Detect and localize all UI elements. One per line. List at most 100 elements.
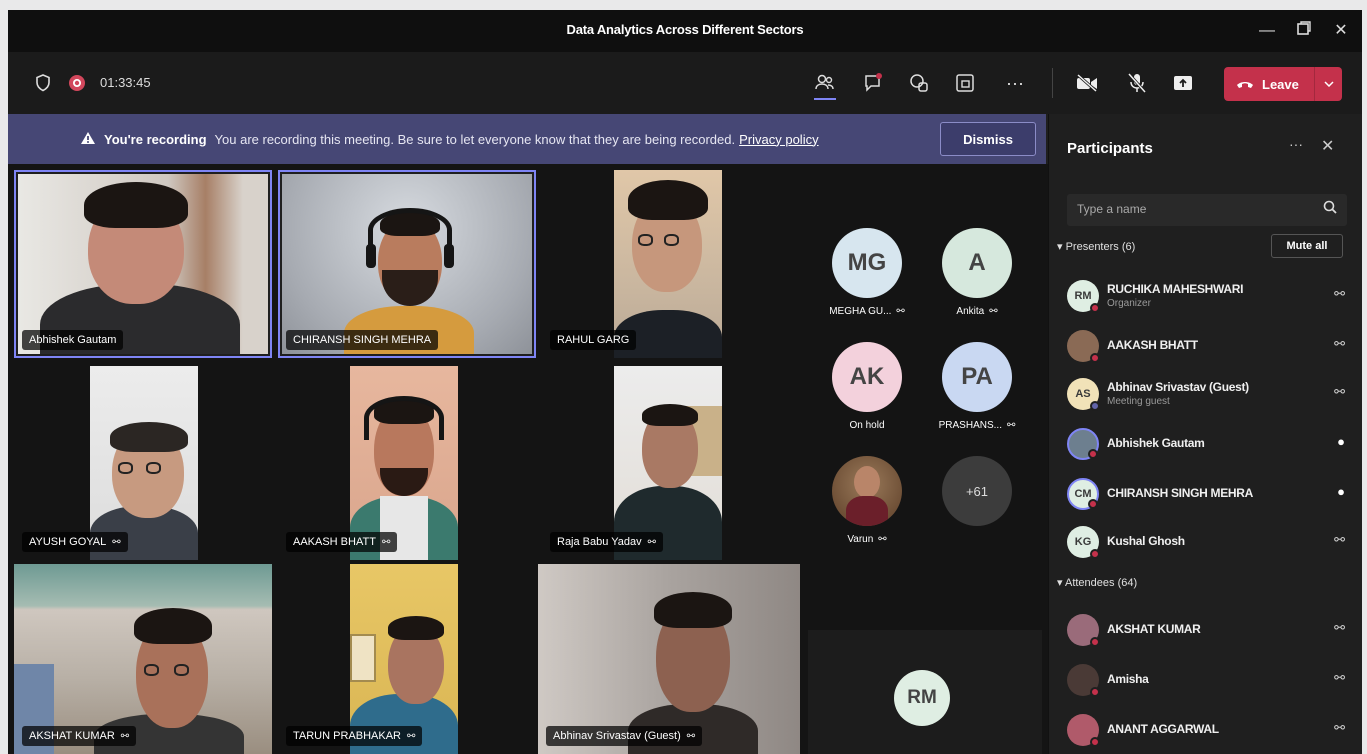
reactions-icon[interactable] (906, 70, 932, 96)
mic-off-icon: ⚯ (686, 730, 696, 742)
participant-name-label: TARUN PRABHAKAR ⚯ (286, 726, 423, 746)
participants-panel: Participants ··· ✕ Type a name ▾ Present… (1048, 114, 1362, 754)
minimize-icon[interactable]: — (1254, 18, 1280, 44)
restore-icon[interactable] (1291, 18, 1317, 44)
mic-off-icon: ⚯ (120, 730, 130, 742)
shield-icon[interactable] (30, 70, 56, 96)
participant-avatar: AS (1067, 378, 1100, 411)
participant-name-label: AYUSH GOYAL ⚯ (22, 532, 128, 552)
spotlight-tile[interactable]: RM (808, 630, 1042, 754)
mic-off-icon[interactable]: ⚯ (1334, 384, 1345, 400)
attendees-section-header[interactable]: ▾ Attendees (64) (1057, 576, 1137, 589)
more-icon[interactable]: ··· (1002, 70, 1028, 96)
mic-off-icon: ⚯ (878, 534, 887, 545)
privacy-policy-link[interactable]: Privacy policy (739, 132, 818, 147)
participant-name-label: Abhinav Srivastav (Guest) ⚯ (546, 726, 703, 746)
participant-avatar: KG (1067, 526, 1100, 559)
participant-avatar (1067, 714, 1100, 747)
dismiss-button[interactable]: Dismiss (940, 122, 1036, 156)
participant-name-label: Raja Babu Yadav ⚯ (550, 532, 663, 552)
mic-off-icon[interactable]: ⚯ (1334, 720, 1345, 736)
panel-title: Participants (1067, 140, 1153, 157)
more-participants-button[interactable]: +61 (942, 456, 1012, 526)
meeting-timer: 01:33:45 (100, 75, 151, 90)
participant-avatar[interactable]: A (942, 228, 1012, 298)
participant-avatar (1067, 664, 1100, 697)
avatar-label: Varun ⚯ (847, 534, 887, 545)
leave-label: Leave (1262, 76, 1299, 92)
video-tile[interactable]: AYUSH GOYAL ⚯ (14, 366, 272, 560)
mic-off-icon: ⚯ (112, 536, 121, 548)
chevron-down-icon[interactable] (1314, 67, 1342, 101)
participant-row[interactable]: CM CHIRANSH SINGH MEHRA ● (1067, 472, 1353, 516)
participant-avatar: CM (1067, 478, 1099, 510)
video-tile[interactable]: TARUN PRABHAKAR ⚯ (278, 564, 536, 754)
close-panel-icon[interactable]: ✕ (1321, 136, 1334, 156)
leave-button[interactable]: Leave (1224, 67, 1342, 101)
recording-message: You are recording this meeting. Be sure … (214, 131, 736, 147)
share-icon[interactable] (1170, 70, 1196, 96)
video-tile[interactable]: Abhishek Gautam (14, 170, 272, 358)
window-title: Data Analytics Across Different Sectors (566, 22, 804, 37)
mic-off-icon[interactable]: ⚯ (1334, 532, 1345, 548)
video-feed (614, 366, 722, 560)
chat-icon[interactable] (860, 70, 886, 96)
participant-row[interactable]: Abhishek Gautam ● (1067, 422, 1353, 466)
participant-row[interactable]: AAKASH BHATT ⚯ (1067, 324, 1353, 368)
participant-search-input[interactable]: Type a name (1067, 194, 1347, 226)
presenters-section-header[interactable]: ▾ Presenters (6) (1057, 240, 1135, 253)
more-options-icon[interactable]: ··· (1289, 136, 1303, 152)
participant-avatar (1067, 428, 1099, 460)
participant-avatar[interactable]: AK (832, 342, 902, 412)
participant-avatar: RM (1067, 280, 1100, 313)
video-feed (350, 366, 458, 560)
video-tile[interactable]: CHIRANSH SINGH MEHRA (278, 170, 536, 358)
mic-off-icon: ⚯ (896, 306, 905, 317)
participant-avatar (1067, 330, 1100, 363)
video-tile[interactable]: AAKASH BHATT ⚯ (278, 366, 536, 560)
mic-off-icon: ⚯ (381, 536, 391, 548)
participant-row[interactable]: KG Kushal Ghosh ⚯ (1067, 520, 1353, 564)
video-feed (90, 366, 198, 560)
video-tile[interactable]: Abhinav Srivastav (Guest) ⚯ (538, 564, 800, 754)
search-icon (1323, 200, 1337, 217)
participant-row[interactable]: AKSHAT KUMAR ⚯ (1067, 608, 1353, 652)
participant-row[interactable]: Amisha ⚯ (1067, 658, 1353, 702)
recording-banner: You're recording You are recording this … (8, 114, 1046, 164)
participant-avatar: RM (894, 670, 950, 726)
rooms-icon[interactable] (952, 70, 978, 96)
recording-title: You're recording (104, 131, 207, 147)
participant-row[interactable]: ANANT AGGARWAL ⚯ (1067, 708, 1353, 752)
camera-off-icon[interactable] (1074, 70, 1100, 96)
record-icon (64, 70, 90, 96)
participant-avatar[interactable]: PA (942, 342, 1012, 412)
mic-on-icon[interactable]: ● (1337, 434, 1345, 449)
mic-off-icon[interactable]: ⚯ (1334, 670, 1345, 686)
mic-off-icon[interactable]: ⚯ (1334, 336, 1345, 352)
video-tile[interactable]: RAHUL GARG (542, 170, 800, 358)
participant-avatar[interactable]: MG (832, 228, 902, 298)
participant-avatar-photo[interactable] (832, 456, 902, 526)
mic-off-icon[interactable]: ⚯ (1334, 286, 1345, 302)
avatar-label: MEGHA GU... ⚯ (829, 306, 905, 317)
active-tab-indicator (814, 98, 836, 100)
participant-row[interactable]: RM RUCHIKA MAHESHWARI Organizer ⚯ (1067, 274, 1353, 318)
mic-on-icon[interactable]: ● (1337, 484, 1345, 499)
participant-row[interactable]: AS Abhinav Srivastav (Guest) Meeting gue… (1067, 372, 1353, 416)
avatar-label: Ankita ⚯ (956, 306, 998, 317)
close-window-icon[interactable]: ✕ (1328, 18, 1354, 44)
participant-name-label: AKSHAT KUMAR ⚯ (22, 726, 137, 746)
avatar-label: PRASHANS... ⚯ (938, 420, 1016, 431)
video-tile[interactable]: AKSHAT KUMAR ⚯ (14, 564, 272, 754)
title-bar: Data Analytics Across Different Sectors … (8, 10, 1362, 52)
people-icon[interactable] (812, 70, 838, 96)
participant-name-label: RAHUL GARG (550, 330, 637, 350)
video-stage: Abhishek Gautam CHIRANSH SINGH MEHRA RAH… (8, 164, 1048, 754)
teams-window: Data Analytics Across Different Sectors … (8, 10, 1362, 754)
video-feed (18, 174, 268, 354)
mute-all-button[interactable]: Mute all (1271, 234, 1343, 258)
mic-off-icon[interactable]: ⚯ (1334, 620, 1345, 636)
video-tile[interactable]: Raja Babu Yadav ⚯ (542, 366, 800, 560)
participant-name-label: CHIRANSH SINGH MEHRA (286, 330, 439, 350)
mic-off-icon[interactable] (1124, 70, 1150, 96)
